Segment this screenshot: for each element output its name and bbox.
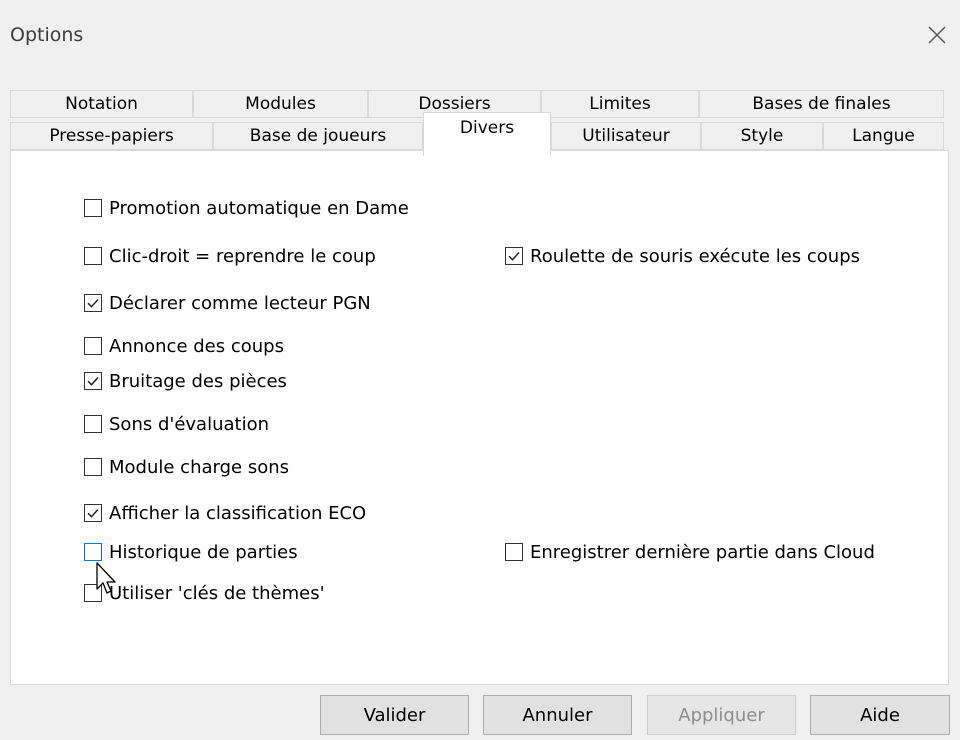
- option-classification-eco[interactable]: Afficher la classification ECO: [84, 500, 366, 526]
- option-lecteur-pgn[interactable]: Déclarer comme lecteur PGN: [84, 290, 371, 316]
- tab-limites[interactable]: Limites: [541, 90, 699, 118]
- option-label: Promotion automatique en Dame: [109, 197, 409, 219]
- help-button[interactable]: Aide: [810, 695, 950, 735]
- option-label: Historique de parties: [109, 541, 298, 563]
- close-icon: [928, 26, 946, 44]
- tab-notation[interactable]: Notation: [10, 90, 193, 118]
- tab-langue[interactable]: Langue: [823, 122, 944, 150]
- option-enregistrer-cloud[interactable]: Enregistrer dernière partie dans Cloud: [505, 539, 875, 565]
- tab-utilisateur[interactable]: Utilisateur: [551, 122, 701, 150]
- checkbox[interactable]: [84, 294, 102, 312]
- checkmark-icon: [87, 508, 99, 518]
- checkbox[interactable]: [84, 372, 102, 390]
- dialog-title: Options: [10, 24, 84, 46]
- checkmark-icon: [87, 376, 99, 386]
- mouse-pointer-icon: [96, 562, 116, 594]
- option-sons-evaluation[interactable]: Sons d'évaluation: [84, 411, 269, 437]
- checkbox[interactable]: [84, 247, 102, 265]
- tab-modules[interactable]: Modules: [193, 90, 368, 118]
- checkbox[interactable]: [505, 543, 523, 561]
- tab-divers[interactable]: Divers: [423, 112, 551, 156]
- checkmark-icon: [87, 298, 99, 308]
- option-promotion-dame[interactable]: Promotion automatique en Dame: [84, 195, 409, 221]
- option-label: Afficher la classification ECO: [109, 502, 367, 524]
- tab-style[interactable]: Style: [701, 122, 823, 150]
- apply-button[interactable]: Appliquer: [647, 695, 796, 735]
- option-cles-de-themes[interactable]: Utiliser 'clés de thèmes': [84, 580, 325, 606]
- option-label: Clic-droit = reprendre le coup: [109, 245, 376, 267]
- checkbox[interactable]: [84, 337, 102, 355]
- tab-bases-de-finales[interactable]: Bases de finales: [699, 90, 944, 118]
- option-module-charge-sons[interactable]: Module charge sons: [84, 454, 289, 480]
- tab-base-de-joueurs[interactable]: Base de joueurs: [213, 122, 423, 150]
- option-bruitage-pieces[interactable]: Bruitage des pièces: [84, 368, 287, 394]
- checkbox[interactable]: [84, 199, 102, 217]
- ok-button[interactable]: Valider: [320, 695, 469, 735]
- checkbox[interactable]: [505, 247, 523, 265]
- checkbox[interactable]: [84, 415, 102, 433]
- checkbox[interactable]: [84, 504, 102, 522]
- checkbox[interactable]: [84, 543, 102, 561]
- option-label: Module charge sons: [109, 456, 289, 478]
- option-clic-droit[interactable]: Clic-droit = reprendre le coup: [84, 243, 376, 269]
- option-label: Roulette de souris exécute les coups: [530, 245, 861, 267]
- option-label: Enregistrer dernière partie dans Cloud: [530, 541, 875, 563]
- tab-presse-papiers[interactable]: Presse-papiers: [10, 122, 213, 150]
- option-label: Annonce des coups: [109, 335, 284, 357]
- checkmark-icon: [508, 251, 520, 261]
- option-roulette-souris[interactable]: Roulette de souris exécute les coups: [505, 243, 860, 269]
- option-label: Bruitage des pièces: [109, 370, 287, 392]
- cancel-button[interactable]: Annuler: [483, 695, 632, 735]
- option-label: Utiliser 'clés de thèmes': [109, 582, 325, 604]
- close-button[interactable]: [917, 15, 957, 55]
- option-annonce-coups[interactable]: Annonce des coups: [84, 333, 284, 359]
- option-label: Sons d'évaluation: [109, 413, 269, 435]
- checkbox[interactable]: [84, 458, 102, 476]
- option-label: Déclarer comme lecteur PGN: [109, 292, 371, 314]
